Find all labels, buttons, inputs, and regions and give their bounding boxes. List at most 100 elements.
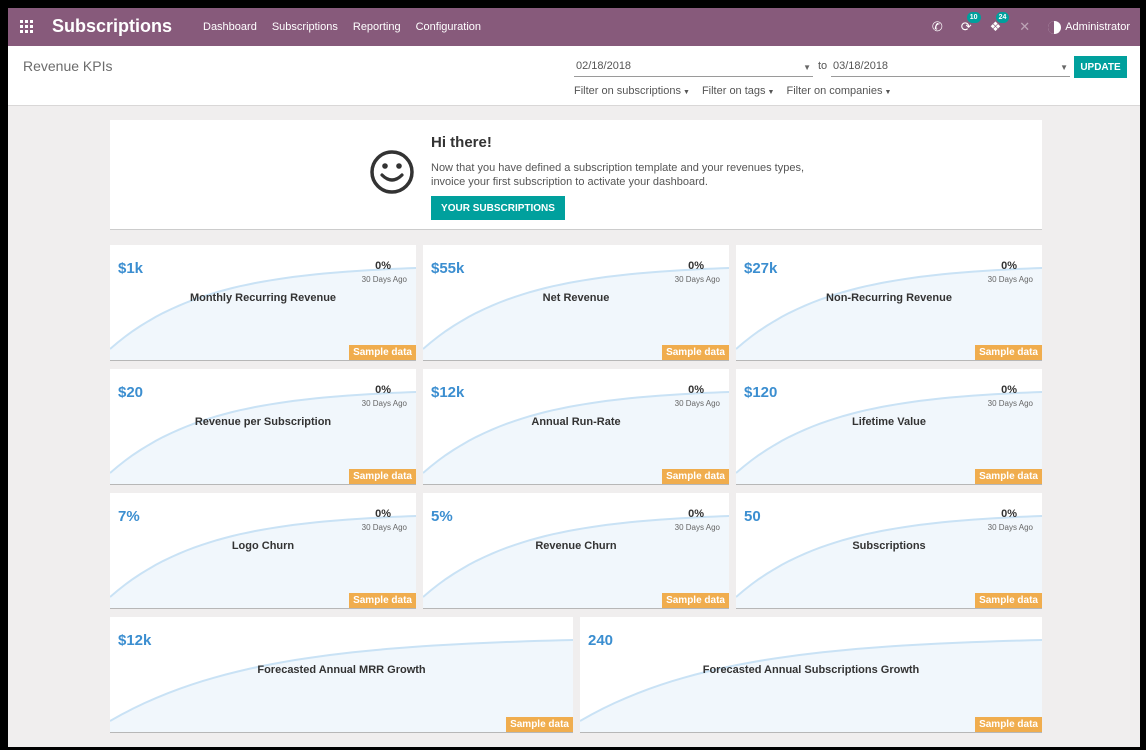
- kpi-period: 30 Days Ago: [361, 399, 407, 408]
- menu-item-reporting[interactable]: Reporting: [353, 21, 401, 33]
- sample-data-badge: Sample data: [349, 593, 416, 608]
- date-to-value: 03/18/2018: [833, 60, 889, 72]
- sample-data-badge: Sample data: [662, 593, 729, 608]
- sample-data-badge: Sample data: [662, 345, 729, 360]
- kpi-period: 30 Days Ago: [674, 275, 720, 284]
- kpi-period: 30 Days Ago: [987, 399, 1033, 408]
- kpi-card-revenue-per-subscription[interactable]: $20 0% 30 Days Ago Revenue per Subscript…: [110, 369, 416, 485]
- control-panel: Revenue KPIs 02/18/2018 ▼ to 03/18/2018 …: [8, 46, 1140, 106]
- menu-item-configuration[interactable]: Configuration: [416, 21, 481, 33]
- filter-tags[interactable]: Filter on tags ▼: [702, 85, 775, 97]
- user-menu[interactable]: Administrator: [1048, 20, 1130, 34]
- forecast-card-mrr-growth[interactable]: $12k Forecasted Annual MRR Growth Sample…: [110, 617, 573, 733]
- systray: ✆ ⟳ 10 ❖ 24 ✕ Administrator: [932, 8, 1140, 46]
- caret-down-icon[interactable]: ▼: [1060, 63, 1068, 72]
- filter-subscriptions[interactable]: Filter on subscriptions ▼: [574, 85, 690, 97]
- filter-subscriptions-label: Filter on subscriptions: [574, 85, 681, 97]
- filter-companies-label: Filter on companies: [786, 85, 883, 97]
- kpi-card-net-revenue[interactable]: $55k 0% 30 Days Ago Net Revenue Sample d…: [423, 245, 729, 361]
- activity-icon[interactable]: ❖ 24: [990, 12, 1010, 35]
- menu-item-dashboard[interactable]: Dashboard: [203, 21, 257, 33]
- welcome-banner: Hi there! Now that you have defined a su…: [110, 120, 1042, 230]
- user-avatar-icon: [1048, 20, 1062, 34]
- chat-badge: 10: [966, 12, 981, 23]
- filter-tags-label: Filter on tags: [701, 85, 766, 97]
- date-to-field[interactable]: 03/18/2018 ▼: [831, 60, 1070, 77]
- filter-companies[interactable]: Filter on companies ▼: [786, 85, 891, 97]
- kpi-label: Revenue Churn: [535, 540, 617, 552]
- kpi-card-lifetime-value[interactable]: $120 0% 30 Days Ago Lifetime Value Sampl…: [736, 369, 1042, 485]
- kpi-card-non-recurring-revenue[interactable]: $27k 0% 30 Days Ago Non-Recurring Revenu…: [736, 245, 1042, 361]
- kpi-label: Monthly Recurring Revenue: [189, 292, 337, 304]
- forecast-label: Forecasted Annual Subscriptions Growth: [702, 664, 920, 676]
- kpi-period: 30 Days Ago: [674, 523, 720, 532]
- kpi-card-logo-churn[interactable]: 7% 0% 30 Days Ago Logo Churn Sample data: [110, 493, 416, 609]
- sample-data-badge: Sample data: [349, 469, 416, 484]
- your-subscriptions-button[interactable]: YOUR SUBSCRIPTIONS: [431, 196, 565, 220]
- app-frame: Subscriptions Dashboard Subscriptions Re…: [8, 8, 1140, 747]
- caret-down-icon: ▼: [767, 89, 775, 96]
- user-name: Administrator: [1065, 21, 1130, 33]
- phone-icon[interactable]: ✆: [932, 19, 943, 35]
- kpi-period: 30 Days Ago: [361, 523, 407, 532]
- update-button[interactable]: UPDATE: [1074, 56, 1127, 78]
- welcome-title: Hi there!: [431, 134, 492, 151]
- top-navbar: Subscriptions Dashboard Subscriptions Re…: [8, 8, 1140, 46]
- welcome-text: Now that you have defined a subscription…: [431, 161, 831, 189]
- kpi-change-percent: 0%: [688, 508, 704, 520]
- kpi-card-mrr[interactable]: $1k 0% 30 Days Ago Monthly Recurring Rev…: [110, 245, 416, 361]
- app-brand[interactable]: Subscriptions: [52, 16, 172, 37]
- date-to-label: to: [818, 60, 828, 72]
- smiley-icon: [370, 150, 414, 194]
- main-menu: Dashboard Subscriptions Reporting Config…: [203, 21, 481, 33]
- menu-item-subscriptions[interactable]: Subscriptions: [272, 21, 338, 33]
- sample-data-badge: Sample data: [975, 345, 1042, 360]
- kpi-label: Lifetime Value: [852, 416, 926, 428]
- kpi-card-subscriptions[interactable]: 50 0% 30 Days Ago Subscriptions Sample d…: [736, 493, 1042, 609]
- caret-down-icon[interactable]: ▼: [803, 63, 811, 72]
- kpi-value: 7%: [118, 508, 140, 525]
- kpi-period: 30 Days Ago: [674, 399, 720, 408]
- kpi-value: $20: [118, 384, 144, 401]
- kpi-label: Subscriptions: [852, 540, 926, 552]
- close-icon[interactable]: ✕: [1019, 19, 1030, 35]
- sample-data-badge: Sample data: [506, 717, 573, 732]
- kpi-value: $55k: [431, 260, 465, 277]
- kpi-value: 5%: [431, 508, 453, 525]
- kpi-value: $27k: [744, 260, 778, 277]
- kpi-label: Logo Churn: [231, 540, 295, 552]
- welcome-text-line: Now that you have defined a subscription…: [431, 162, 805, 174]
- filter-bar: Filter on subscriptions ▼ Filter on tags ▼…: [574, 85, 891, 97]
- kpi-value: 50: [744, 508, 761, 525]
- chat-icon[interactable]: ⟳ 10: [961, 12, 981, 35]
- kpi-label: Revenue per Subscription: [194, 416, 332, 428]
- kpi-card-annual-run-rate[interactable]: $12k 0% 30 Days Ago Annual Run-Rate Samp…: [423, 369, 729, 485]
- forecast-label: Forecasted Annual MRR Growth: [257, 664, 426, 676]
- kpi-period: 30 Days Ago: [361, 275, 407, 284]
- kpi-label: Net Revenue: [542, 292, 610, 304]
- sample-data-badge: Sample data: [975, 469, 1042, 484]
- kpi-change-percent: 0%: [688, 384, 704, 396]
- forecast-value: 240: [588, 632, 614, 649]
- apps-grid-icon[interactable]: [20, 20, 33, 33]
- page-title: Revenue KPIs: [23, 58, 113, 74]
- kpi-label: Annual Run-Rate: [531, 416, 621, 428]
- sample-data-badge: Sample data: [975, 593, 1042, 608]
- kpi-card-revenue-churn[interactable]: 5% 0% 30 Days Ago Revenue Churn Sample d…: [423, 493, 729, 609]
- welcome-text-line: invoice your first subscription to activ…: [431, 176, 708, 188]
- kpi-value: $120: [744, 384, 778, 401]
- kpi-change-percent: 0%: [375, 260, 391, 272]
- forecast-value: $12k: [118, 632, 152, 649]
- kpi-change-percent: 0%: [375, 508, 391, 520]
- kpi-value: $12k: [431, 384, 465, 401]
- activity-badge: 24: [995, 12, 1010, 23]
- date-from-value: 02/18/2018: [576, 60, 632, 72]
- kpi-period: 30 Days Ago: [987, 523, 1033, 532]
- forecast-card-subscriptions-growth[interactable]: 240 Forecasted Annual Subscriptions Grow…: [580, 617, 1042, 733]
- kpi-value: $1k: [118, 260, 144, 277]
- date-from-field[interactable]: 02/18/2018 ▼: [574, 60, 813, 77]
- caret-down-icon: ▼: [683, 89, 690, 96]
- sample-data-badge: Sample data: [349, 345, 416, 360]
- kpi-change-percent: 0%: [1001, 508, 1017, 520]
- caret-down-icon: ▼: [884, 89, 892, 96]
